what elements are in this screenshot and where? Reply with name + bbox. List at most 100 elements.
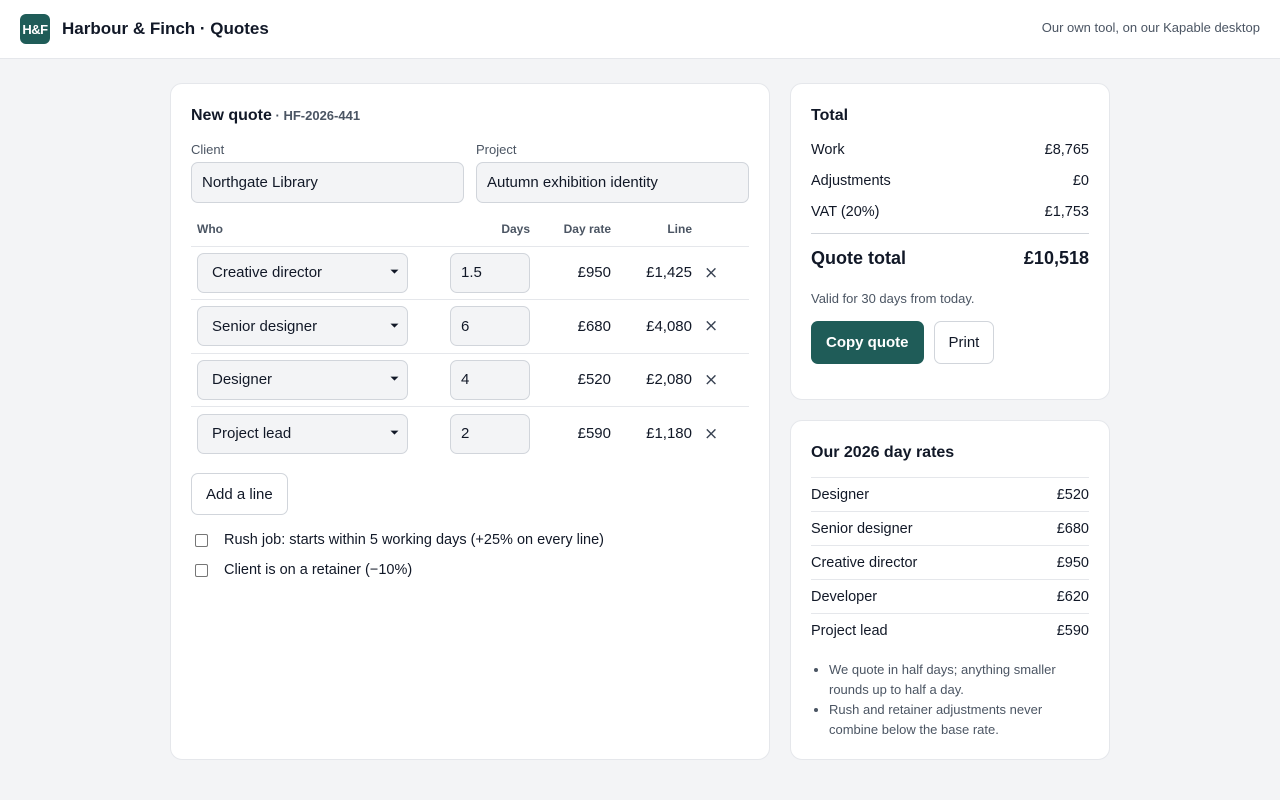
app-title: Harbour & Finch · Quotes (62, 19, 269, 38)
client-input[interactable] (191, 162, 464, 203)
col-days: Days (444, 213, 536, 247)
chevron-down-icon: ⏷ (390, 266, 399, 279)
remove-line-button[interactable]: × (704, 424, 718, 444)
rate-role: Project lead (811, 623, 888, 639)
quote-separator: · (271, 108, 284, 123)
total-title: Total (811, 107, 849, 124)
day-rate: £590 (577, 425, 611, 442)
chevron-down-icon: ⏷ (390, 427, 399, 439)
rate-role: Designer (811, 486, 870, 503)
project-field: Project (476, 142, 749, 203)
role-select[interactable]: Designer ⏷ (197, 359, 408, 400)
table-header-row: Who Days Day rate Line (191, 213, 749, 247)
days-input[interactable] (450, 252, 530, 293)
rate-row: Project lead £590 (811, 614, 1089, 648)
rates-note: We quote in half days; anything smaller … (829, 660, 1089, 700)
role-select-value: Senior designer (212, 317, 318, 335)
work-row: Work £8,765 (811, 142, 1089, 158)
rates-note: Rush and retainer adjustments never comb… (829, 700, 1089, 740)
client-label: Client (191, 142, 225, 157)
work-label: Work (811, 142, 845, 158)
adjustments-label: Adjustments (811, 173, 891, 189)
role-select-value: Creative director (212, 264, 323, 282)
vat-row: VAT (20%) £1,753 (811, 204, 1089, 220)
remove-line-button[interactable]: × (704, 263, 718, 283)
chevron-down-icon: ⏷ (390, 373, 399, 386)
adjustments-row: Adjustments £0 (811, 173, 1089, 189)
remove-line-button[interactable]: × (704, 370, 718, 390)
role-select[interactable]: Creative director ⏷ (197, 252, 408, 293)
rate-value: £950 (1056, 554, 1089, 571)
days-input[interactable] (450, 413, 530, 454)
table-row: Creative director ⏷ £950 £1,425 × (191, 246, 749, 300)
retainer-option: Client is on a retainer (−10%) (191, 562, 749, 578)
remove-line-button[interactable]: × (704, 316, 718, 336)
print-button[interactable]: Print (933, 321, 995, 364)
add-line-button[interactable]: Add a line (191, 473, 288, 515)
col-line: Line (617, 213, 698, 247)
days-input[interactable] (450, 306, 530, 347)
role-select-value: Designer (212, 371, 273, 389)
quote-total-value: £10,518 (1023, 248, 1089, 268)
day-rate: £950 (536, 246, 617, 300)
rate-value: £620 (1056, 588, 1089, 605)
quote-total-label: Quote total (811, 248, 906, 268)
rate-row: Designer £520 (811, 478, 1089, 512)
copy-quote-button[interactable]: Copy quote (811, 321, 924, 364)
total-actions: Copy quote Print (811, 321, 1089, 364)
rate-role: Senior designer (811, 520, 913, 537)
col-remove (698, 213, 749, 247)
work-value: £8,765 (1044, 142, 1089, 158)
role-select[interactable]: Senior designer ⏷ (197, 306, 408, 347)
day-rate: £680 (536, 299, 617, 354)
col-who: Who (191, 213, 444, 247)
role-select-value: Project lead (212, 425, 292, 442)
header-note: Our own tool, on our Kapable desktop (1041, 20, 1260, 35)
quote-title: New quote (191, 107, 272, 124)
table-row: Designer ⏷ £520 £2,080 × (191, 353, 749, 407)
top-bar: H&F Harbour & Finch · Quotes Our own too… (0, 0, 1280, 59)
rates-title: Our 2026 day rates (811, 444, 955, 461)
col-day-rate: Day rate (536, 213, 617, 247)
rate-value: £590 (1056, 623, 1089, 639)
line-total: £1,425 (617, 246, 698, 300)
vat-label: VAT (20%) (811, 204, 880, 220)
line-total: £2,080 (617, 353, 698, 407)
day-rates-card: Our 2026 day rates Designer £520 Senior … (790, 420, 1110, 760)
quote-heading: New quote · HF-2026-441 (191, 107, 749, 125)
line-total: £4,080 (617, 299, 698, 354)
day-rate: £520 (536, 353, 617, 407)
days-input[interactable] (450, 359, 530, 400)
quote-lines-table: Who Days Day rate Line Creative director… (191, 213, 749, 460)
quote-card: New quote · HF-2026-441 Client Project W… (170, 83, 770, 760)
total-divider (811, 233, 1089, 234)
rush-checkbox[interactable] (195, 533, 208, 547)
rush-option: Rush job: starts within 5 working days (… (191, 532, 749, 548)
adjustments-value: £0 (1072, 173, 1089, 189)
logo: H&F (20, 14, 50, 44)
client-project-row: Client Project (191, 142, 749, 203)
rate-row: Creative director £950 (811, 546, 1089, 580)
rates-notes: We quote in half days; anything smaller … (811, 660, 1089, 740)
quote-id: HF-2026-441 (283, 108, 361, 123)
rate-row: Developer £620 (811, 580, 1089, 614)
validity-note: Valid for 30 days from today. (811, 291, 975, 306)
vat-value: £1,753 (1044, 204, 1089, 220)
retainer-checkbox[interactable] (195, 563, 208, 577)
line-total: £1,180 (646, 425, 692, 442)
rates-list: Designer £520 Senior designer £680 Creat… (811, 477, 1089, 648)
rate-value: £680 (1056, 520, 1089, 537)
table-row: Senior designer ⏷ £680 £4,080 × (191, 299, 749, 354)
role-select[interactable]: Project lead ⏷ (197, 413, 408, 454)
rate-role: Developer (811, 588, 878, 605)
chevron-down-icon: ⏷ (390, 319, 399, 332)
quote-total-row: Quote total £10,518 (811, 248, 1089, 269)
total-card: Total Work £8,765 Adjustments £0 VAT (20… (790, 83, 1110, 400)
client-field: Client (191, 142, 464, 203)
retainer-label: Client is on a retainer (−10%) (224, 562, 413, 578)
rate-value: £520 (1056, 486, 1089, 503)
rate-role: Creative director (811, 554, 918, 571)
table-row: Project lead ⏷ £590 £1,180 × (191, 407, 749, 461)
project-input[interactable] (476, 162, 749, 203)
rush-label: Rush job: starts within 5 working days (… (224, 532, 604, 548)
